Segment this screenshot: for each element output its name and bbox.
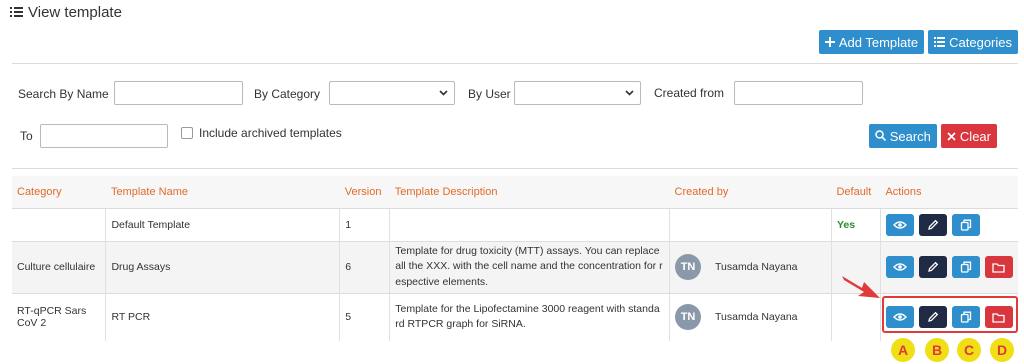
user-select[interactable]: [514, 81, 641, 105]
avatar: TN: [675, 304, 702, 331]
header-version[interactable]: Version: [339, 176, 390, 209]
include-archived-label: Include archived templates: [199, 126, 342, 140]
search-actions: Search Clear: [868, 124, 997, 148]
search-button[interactable]: Search: [868, 124, 937, 148]
annotation-badge-b: B: [925, 338, 949, 362]
header-description[interactable]: Template Description: [389, 176, 670, 209]
highlight-box: [882, 296, 1018, 333]
chevron-down-icon: [625, 88, 634, 99]
copy-icon: [960, 261, 972, 273]
created-from-input[interactable]: [734, 81, 863, 105]
search-icon: [874, 129, 886, 144]
clear-button-label: Clear: [959, 128, 991, 144]
cell-template-name: Default Template: [105, 207, 340, 241]
by-user-label: By User: [468, 87, 511, 101]
cell-version: 6: [339, 240, 390, 293]
templates-table: Category Template Name Version Template …: [12, 176, 1018, 341]
cell-category: RT-qPCR Sars CoV 2: [12, 292, 106, 341]
search-by-name-label: Search By Name: [18, 87, 109, 101]
duplicate-button[interactable]: [951, 213, 980, 236]
view-button[interactable]: [885, 256, 914, 278]
pencil-icon: [928, 261, 939, 272]
table-header-row: Category Template Name Version Template …: [12, 176, 1018, 209]
annotation-badge-a: A: [891, 338, 915, 362]
cell-template-name: Drug Assays: [105, 240, 340, 293]
cell-description: [389, 207, 670, 241]
cell-version: 1: [339, 207, 390, 241]
divider: [12, 168, 1018, 169]
annotation-badge-d: D: [990, 338, 1014, 362]
cell-default: [830, 292, 881, 341]
clear-button[interactable]: Clear: [940, 124, 997, 148]
edit-button[interactable]: [918, 213, 947, 236]
include-archived: Include archived templates: [181, 126, 342, 140]
pencil-icon: [928, 219, 939, 230]
header-created-by[interactable]: Created by: [669, 176, 832, 209]
list-icon: [934, 35, 946, 50]
table-row: RT-qPCR Sars CoV 2 RT PCR 5 Template for…: [12, 292, 1018, 341]
eye-icon: [892, 263, 907, 271]
cell-template-name: RT PCR: [105, 292, 340, 341]
to-label: To: [20, 129, 33, 143]
plus-icon: [824, 35, 835, 50]
default-yes-text: Yes: [836, 218, 856, 231]
add-template-button[interactable]: Add Template: [818, 30, 925, 54]
cell-created-by: [669, 207, 832, 241]
cell-created-by: TN Tusamda Nayana: [669, 240, 832, 293]
avatar: TN: [675, 254, 702, 280]
date-to-input[interactable]: [40, 124, 168, 148]
archive-button[interactable]: [984, 256, 1013, 278]
table-row: Default Template 1 Yes: [12, 207, 1018, 241]
cell-default: Yes: [830, 207, 881, 241]
copy-icon: [960, 219, 972, 231]
header-template-name[interactable]: Template Name: [105, 176, 340, 209]
duplicate-button[interactable]: [951, 256, 980, 278]
page-title: View template: [10, 4, 122, 21]
by-category-label: By Category: [254, 87, 321, 101]
header-default[interactable]: Default: [831, 176, 881, 209]
cell-description: Template for drug toxicity (MTT) assays.…: [389, 240, 670, 293]
add-template-label: Add Template: [838, 34, 919, 50]
eye-icon: [892, 220, 907, 229]
page-title-text: View template: [28, 4, 122, 21]
chevron-down-icon: [439, 88, 448, 99]
header-actions: Actions: [880, 176, 1018, 209]
creator-name: Tusamda Nayana: [715, 311, 798, 324]
search-button-label: Search: [889, 128, 931, 144]
arrow-annotation-icon: [842, 276, 880, 298]
list-icon: [10, 5, 23, 21]
view-button[interactable]: [885, 213, 914, 236]
cell-category: Culture cellulaire: [12, 240, 106, 293]
edit-button[interactable]: [918, 256, 947, 278]
creator-name: Tusamda Nayana: [715, 261, 798, 273]
include-archived-checkbox[interactable]: [181, 127, 193, 139]
category-select[interactable]: [329, 81, 455, 105]
folder-icon: [992, 262, 1006, 273]
cell-version: 5: [339, 292, 390, 341]
search-name-input[interactable]: [114, 81, 243, 105]
categories-label: Categories: [949, 34, 1012, 50]
divider: [12, 63, 1018, 64]
cell-actions: [879, 207, 1018, 241]
categories-button[interactable]: Categories: [928, 30, 1018, 54]
cell-created-by: TN Tusamda Nayana: [669, 292, 832, 341]
header-category[interactable]: Category: [12, 176, 106, 209]
close-icon: [947, 129, 956, 144]
annotation-badge-c: C: [957, 338, 981, 362]
created-from-label: Created from: [654, 86, 725, 100]
cell-description: Template for the Lipofectamine 3000 reag…: [389, 292, 670, 341]
cell-actions: [879, 240, 1018, 293]
cell-category: [12, 207, 106, 241]
top-actions: Add Template Categories: [818, 30, 1018, 54]
